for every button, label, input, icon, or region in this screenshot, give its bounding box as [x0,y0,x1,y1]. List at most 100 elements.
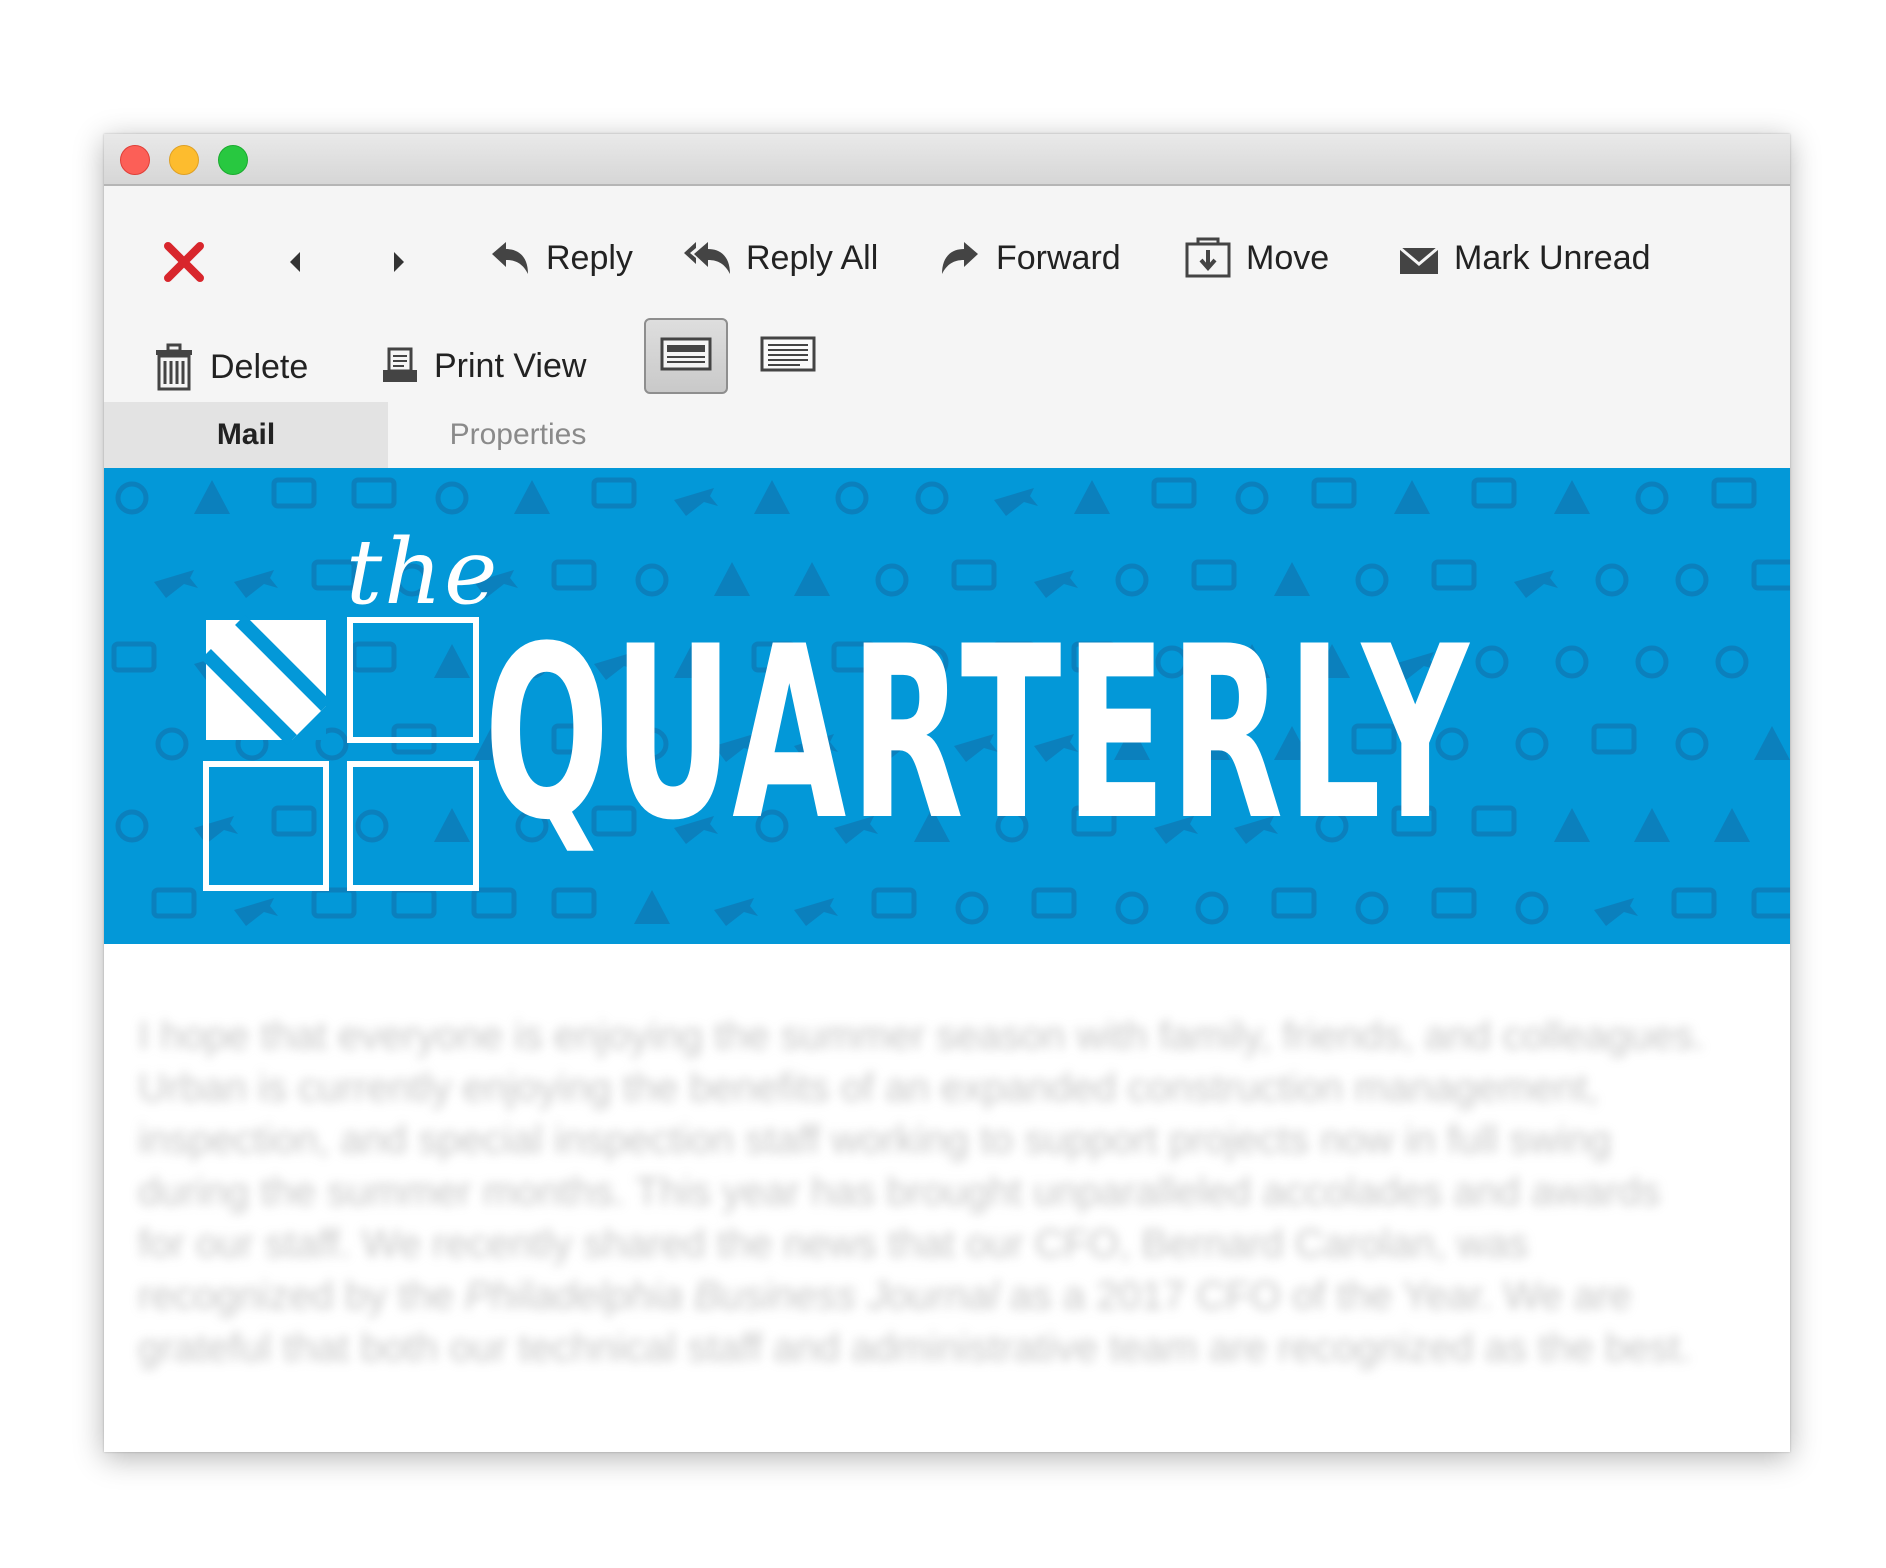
pattern-icon [871,887,917,919]
pattern-icon [155,727,189,761]
reply-arrow-icon [488,236,532,280]
move-button[interactable]: Move [1184,236,1329,280]
pattern-icon [1751,887,1790,919]
pattern-icon [1431,559,1477,591]
pattern-icon [591,477,637,509]
pattern-icon [1471,477,1517,509]
pattern-icon [794,562,830,596]
pattern-icon [1074,480,1110,514]
print-view-button[interactable]: Print View [380,346,586,386]
pattern-icon [1714,808,1750,842]
pattern-icon [271,477,317,509]
pattern-icon [875,563,909,597]
pattern-icon [794,898,838,926]
pattern-icon [1595,563,1629,597]
pattern-icon [1034,570,1078,598]
pattern-icon [1754,726,1790,760]
previous-button[interactable] [284,248,308,276]
mark-unread-label: Mark Unread [1454,238,1651,277]
pattern-icon [1235,481,1269,515]
pattern-icon [551,559,597,591]
pattern-icon [1751,559,1790,591]
delete-label: Delete [210,347,309,386]
pattern-icon [714,562,750,596]
reply-button[interactable]: Reply [488,236,633,280]
pattern-icon [514,480,550,514]
pattern-icon [1271,887,1317,919]
pattern-icon [115,481,149,515]
move-tray-icon [1184,236,1232,280]
view-header-layout-button[interactable] [644,318,728,394]
view-plain-layout-button[interactable] [746,318,830,394]
window-close-button[interactable] [120,145,150,175]
mail-window: Reply Reply All Forward Move Mark Unread… [104,134,1790,1452]
window-minimize-button[interactable] [169,145,199,175]
tab-properties[interactable]: Properties [388,402,648,468]
pattern-icon [1675,563,1709,597]
pattern-icon [955,891,989,925]
pattern-icon [194,480,230,514]
pattern-icon [1555,645,1589,679]
pattern-icon [1635,645,1669,679]
pattern-icon [154,570,198,598]
plain-view-icon [760,336,816,377]
pattern-icon [714,898,758,926]
pattern-icon [111,641,157,673]
window-maximize-button[interactable] [218,145,248,175]
pattern-icon [435,481,469,515]
pattern-icon [994,488,1038,516]
caret-left-icon [284,248,308,276]
pattern-icon [1274,562,1310,596]
banner-title: QUARTERLY [484,596,1473,873]
pattern-icon [915,481,949,515]
pattern-icon [1355,563,1389,597]
envelope-icon [1398,236,1440,280]
message-text-before: I hope that everyone is enjoying the sum… [138,1014,1705,1318]
delete-button[interactable]: Delete [152,342,308,392]
pattern-icon [1031,887,1077,919]
pattern-icon [1394,480,1430,514]
pattern-icon [1675,727,1709,761]
pattern-icon [674,488,718,516]
quarterly-logo-icon [201,615,479,891]
pattern-icon [234,570,278,598]
newsletter-banner: the QUARTERLY [104,468,1790,944]
reply-all-arrow-icon [682,236,732,280]
pattern-icon [551,887,597,919]
pattern-icon [1311,477,1357,509]
mark-unread-button[interactable]: Mark Unread [1398,236,1651,280]
pattern-icon [1594,898,1638,926]
pattern-icon [115,809,149,843]
pattern-icon [1471,805,1517,837]
pattern-icon [1554,480,1590,514]
message-body: I hope that everyone is enjoying the sum… [138,1010,1718,1374]
window-titlebar [104,134,1790,186]
caret-right-icon [386,248,410,276]
pattern-icon [1635,481,1669,515]
message-tabs: Mail Properties [104,402,1790,468]
pattern-icon [1591,723,1637,755]
header-view-icon [660,337,712,376]
pattern-icon [1514,570,1558,598]
forward-button[interactable]: Forward [938,236,1121,280]
close-x-icon [162,240,206,284]
pattern-icon [754,480,790,514]
reply-label: Reply [546,238,633,277]
reply-all-button[interactable]: Reply All [682,236,878,280]
forward-label: Forward [996,238,1121,277]
pattern-icon [351,477,397,509]
tab-mail[interactable]: Mail [104,402,388,468]
pattern-icon [835,481,869,515]
pattern-icon [1554,808,1590,842]
pattern-icon [635,563,669,597]
pattern-icon [1195,891,1229,925]
print-view-label: Print View [434,346,587,385]
delete-x-button[interactable] [162,240,206,284]
forward-arrow-icon [938,236,982,280]
pattern-icon [1431,887,1477,919]
pattern-icon [1191,559,1237,591]
pattern-icon [1115,891,1149,925]
message-publication: Philadelphia Business Journal [464,1274,999,1318]
next-button[interactable] [386,248,410,276]
pattern-icon [1671,887,1717,919]
